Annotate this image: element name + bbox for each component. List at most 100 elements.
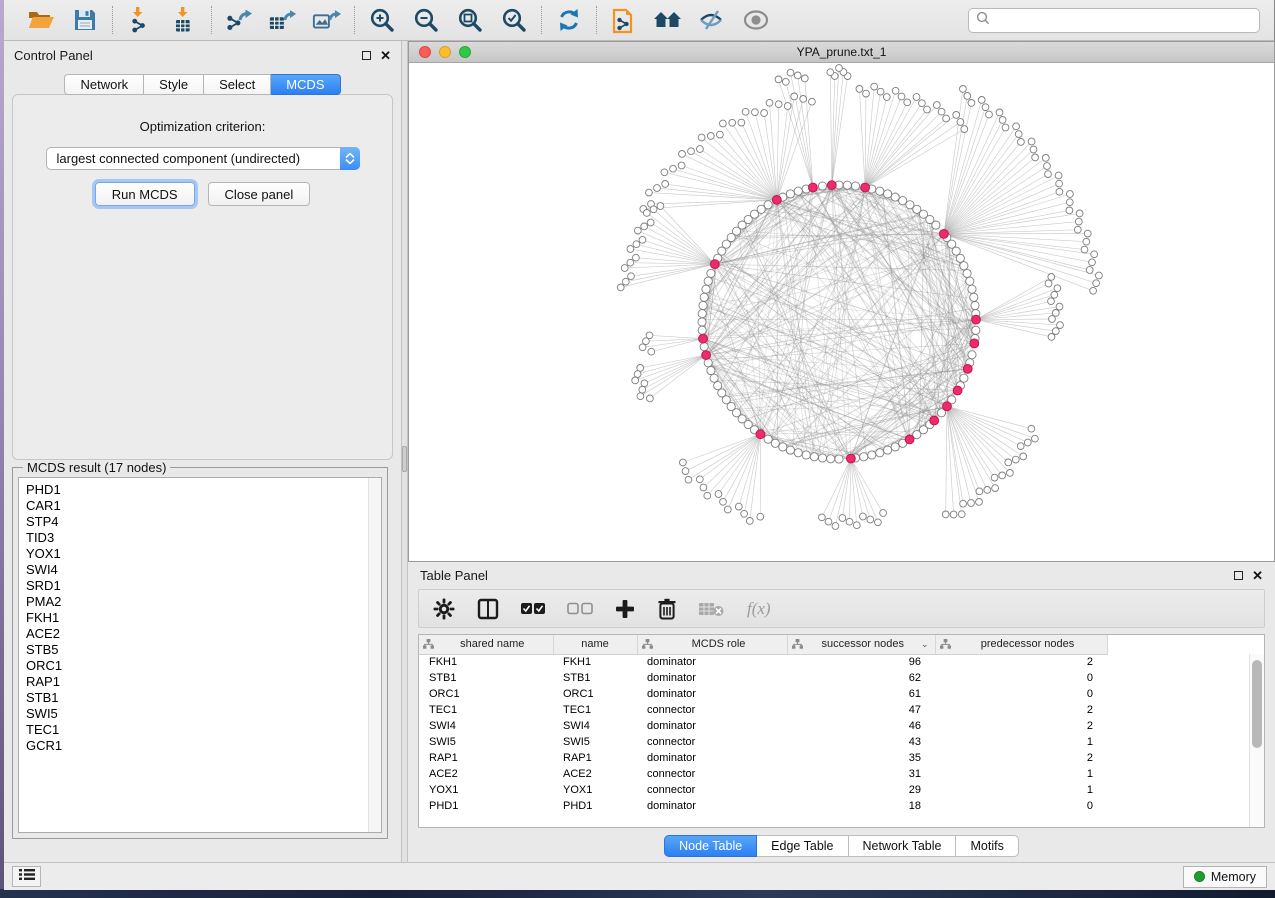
window-close-icon[interactable] [419, 46, 431, 58]
cell-mcds_role: dominator [637, 686, 787, 702]
export-image-icon[interactable] [312, 5, 342, 35]
import-network-icon[interactable] [125, 5, 155, 35]
window-minimize-icon[interactable] [439, 46, 451, 58]
search-icon [976, 11, 990, 30]
column-header-successor-nodes[interactable]: successor nodes⌄ [787, 635, 935, 654]
memory-button[interactable]: Memory [1183, 866, 1267, 888]
export-table-icon[interactable] [268, 5, 298, 35]
cell-name: SWI4 [553, 718, 637, 734]
mcds-result-item[interactable]: SWI5 [19, 706, 381, 722]
table-float-panel-icon[interactable] [1234, 571, 1243, 580]
table-row[interactable]: SWI4SWI4dominator462 [419, 718, 1107, 734]
splitter-handle[interactable] [402, 446, 407, 472]
mcds-result-item[interactable]: ACE2 [19, 626, 381, 642]
main-toolbar [4, 0, 1274, 41]
column-header-predecessor-nodes[interactable]: predecessor nodes [935, 635, 1107, 654]
mcds-result-item[interactable]: FKH1 [19, 610, 381, 626]
mcds-result-item[interactable]: SWI4 [19, 562, 381, 578]
select-all-icon[interactable] [521, 596, 545, 622]
zoom-selected-icon[interactable] [499, 5, 529, 35]
float-panel-icon[interactable] [362, 51, 371, 60]
mcds-result-item[interactable]: PMA2 [19, 594, 381, 610]
open-folder-icon[interactable] [26, 5, 56, 35]
search-box[interactable] [968, 8, 1260, 33]
home-networks-icon[interactable] [653, 5, 683, 35]
cell-name: PHD1 [553, 798, 637, 814]
toolbar-group [14, 5, 112, 35]
mcds-result-item[interactable]: ORC1 [19, 658, 381, 674]
zoom-fit-icon[interactable] [455, 5, 485, 35]
run-mcds-button[interactable]: Run MCDS [95, 182, 195, 206]
tab-mcds[interactable]: MCDS [271, 74, 340, 95]
column-header-shared-name[interactable]: shared name [419, 635, 553, 654]
mcds-result-list[interactable]: PHD1CAR1STP4TID3YOX1SWI4SRD1PMA2FKH1ACE2… [18, 477, 382, 833]
table-row[interactable]: ACE2ACE2connector311 [419, 766, 1107, 782]
cell-predecessor_nodes: 2 [935, 702, 1107, 718]
tab-network-table[interactable]: Network Table [849, 835, 957, 857]
show-detail-icon[interactable] [741, 5, 771, 35]
column-header-name[interactable]: name [553, 635, 637, 654]
save-icon[interactable] [70, 5, 100, 35]
table-scrollbar[interactable] [1249, 654, 1264, 827]
search-input[interactable] [995, 13, 1252, 27]
cell-successor_nodes: 47 [787, 702, 935, 718]
table-row[interactable]: YOX1YOX1connector291 [419, 782, 1107, 798]
window-maximize-icon[interactable] [459, 46, 471, 58]
tab-network[interactable]: Network [64, 74, 144, 95]
hide-detail-icon[interactable] [697, 5, 727, 35]
zoom-in-icon[interactable] [367, 5, 397, 35]
column-header-MCDS-role[interactable]: MCDS role [637, 635, 787, 654]
optimization-criterion-dropdown[interactable]: largest connected component (undirected) [46, 147, 360, 170]
table-row[interactable]: FKH1FKH1dominator962 [419, 654, 1107, 670]
node-table-grid[interactable]: shared namenameMCDS rolesuccessor nodes⌄… [419, 635, 1107, 814]
settings-gear-icon[interactable] [433, 596, 455, 622]
refresh-icon[interactable] [554, 5, 584, 35]
export-network-icon[interactable] [224, 5, 254, 35]
table-row[interactable]: RAP1RAP1dominator352 [419, 750, 1107, 766]
sort-chevron-icon[interactable]: ⌄ [921, 639, 929, 650]
mcds-result-item[interactable]: CAR1 [19, 498, 381, 514]
zoom-out-icon[interactable] [411, 5, 441, 35]
table-row[interactable]: STB1STB1dominator620 [419, 670, 1107, 686]
mcds-result-item[interactable]: GCR1 [19, 738, 381, 754]
close-panel-icon[interactable]: ✕ [380, 51, 391, 60]
mcds-result-item[interactable]: STB5 [19, 642, 381, 658]
toolbar-group [597, 5, 783, 35]
tab-motifs[interactable]: Motifs [956, 835, 1018, 857]
add-row-icon[interactable] [615, 596, 635, 622]
column-selector-icon[interactable] [477, 596, 499, 622]
import-table-icon[interactable] [169, 5, 199, 35]
clipboard-network-icon[interactable] [609, 5, 639, 35]
mcds-result-item[interactable]: YOX1 [19, 546, 381, 562]
task-history-button[interactable] [12, 866, 41, 887]
deselect-all-icon[interactable] [567, 596, 593, 622]
delete-row-icon[interactable] [657, 596, 677, 622]
table-close-panel-icon[interactable]: ✕ [1252, 571, 1263, 580]
table-row[interactable]: SWI5SWI5connector431 [419, 734, 1107, 750]
mcds-result-item[interactable]: PHD1 [19, 482, 381, 498]
table-scrollbar-thumb[interactable] [1252, 660, 1262, 748]
tab-style[interactable]: Style [144, 74, 204, 95]
table-row[interactable]: PHD1PHD1dominator180 [419, 798, 1107, 814]
control-panel-header: Control Panel ✕ [4, 41, 401, 69]
cell-shared_name: TEC1 [419, 702, 553, 718]
mcds-result-item[interactable]: STB1 [19, 690, 381, 706]
mcds-result-item[interactable]: STP4 [19, 514, 381, 530]
cell-successor_nodes: 62 [787, 670, 935, 686]
tab-node-table[interactable]: Node Table [664, 835, 757, 857]
tab-select[interactable]: Select [204, 74, 271, 95]
mcds-result-item[interactable]: SRD1 [19, 578, 381, 594]
table-row[interactable]: TEC1TEC1connector472 [419, 702, 1107, 718]
mcds-result-item[interactable]: TEC1 [19, 722, 381, 738]
function-builder-icon: f(x) [747, 596, 771, 622]
mcds-list-scrollbar[interactable] [368, 478, 381, 832]
network-canvas[interactable] [409, 63, 1274, 561]
table-row[interactable]: ORC1ORC1dominator610 [419, 686, 1107, 702]
tab-edge-table[interactable]: Edge Table [757, 835, 848, 857]
mcds-result-item[interactable]: RAP1 [19, 674, 381, 690]
panel-splitter[interactable] [401, 41, 408, 862]
close-panel-button[interactable]: Close panel [208, 182, 311, 206]
network-window-titlebar[interactable]: YPA_prune.txt_1 [409, 42, 1274, 63]
toolbar-groups [14, 5, 783, 35]
mcds-result-item[interactable]: TID3 [19, 530, 381, 546]
